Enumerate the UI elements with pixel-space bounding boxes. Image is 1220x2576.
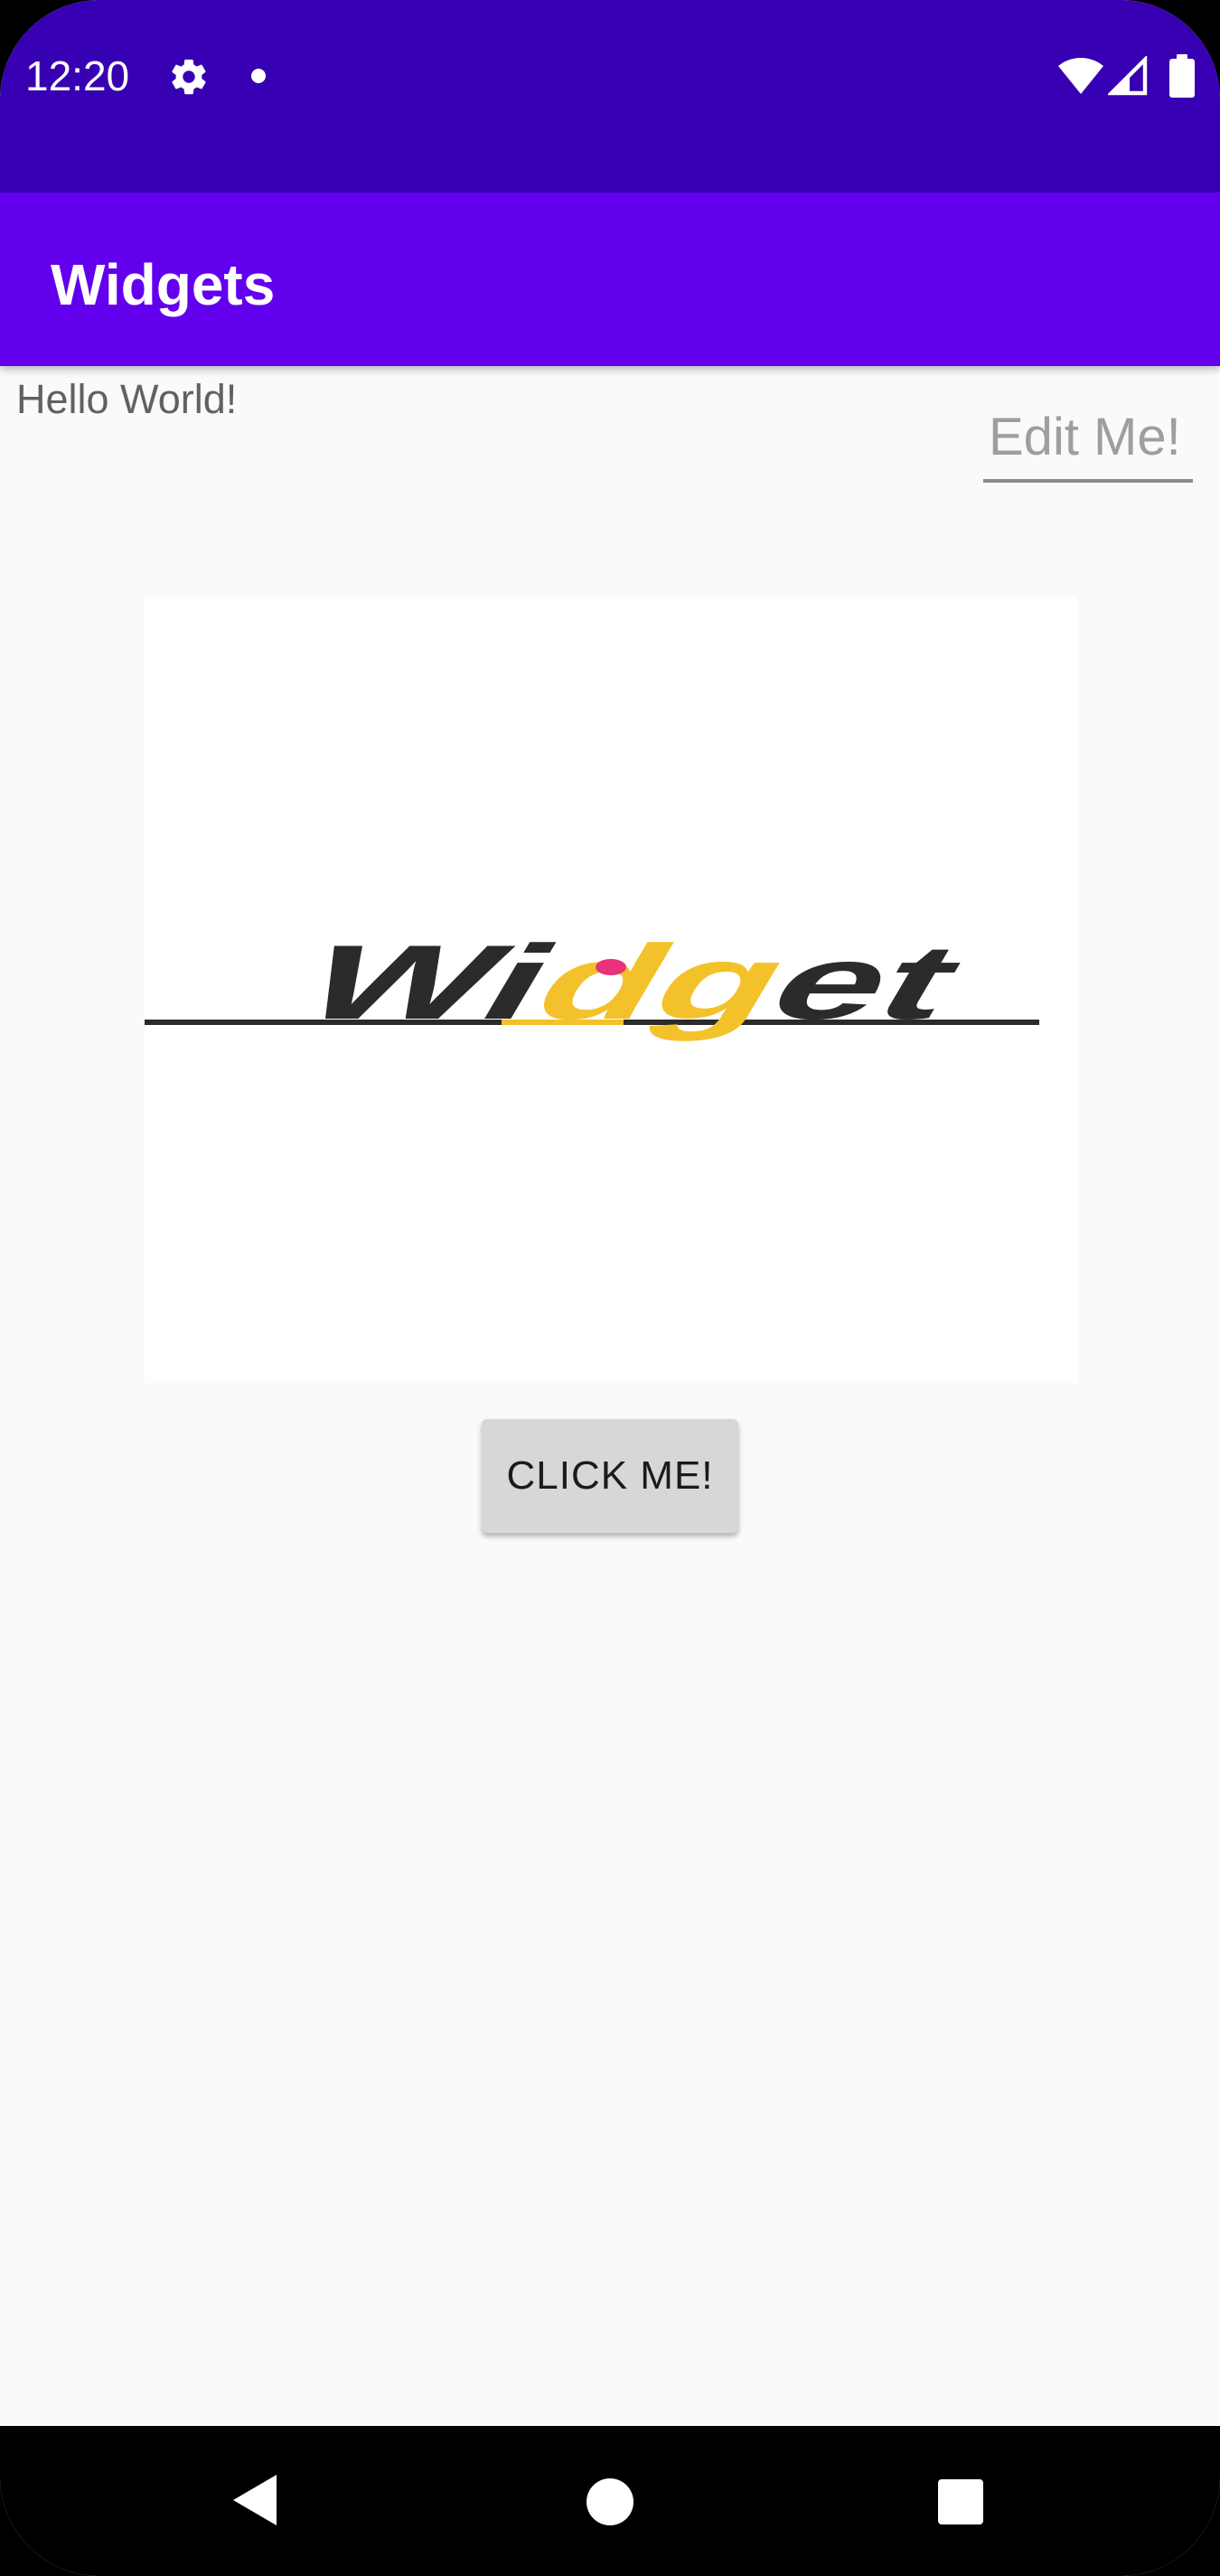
home-icon[interactable] [587,2478,633,2525]
click-me-button[interactable]: CLICK ME! [482,1419,738,1533]
app-title: Widgets [51,252,276,317]
notification-dot-icon [251,69,266,83]
edit-me-field[interactable] [983,400,1193,483]
status-time: 12:20 [25,52,130,99]
widget-logo-image: Widget [145,597,1077,1383]
widget-logo: Widget [145,923,1039,1041]
app-bar: Widgets [0,193,1220,366]
cell-signal-icon [1108,56,1148,96]
logo-highlight-dot [596,959,626,975]
svg-text:Widget: Widget [277,923,987,1041]
gear-icon [172,59,206,95]
navigation-bar [0,2426,1220,2576]
hello-text: Hello World! [16,376,238,422]
wifi-icon [1058,58,1103,94]
battery-icon [1169,54,1195,98]
recents-icon[interactable] [938,2479,983,2524]
back-icon[interactable] [230,2471,280,2529]
status-bar: 12:20 [0,0,1220,193]
phone-screen: 12:20 Widgets Hello World! Edit Me! Widg… [0,0,1220,2576]
